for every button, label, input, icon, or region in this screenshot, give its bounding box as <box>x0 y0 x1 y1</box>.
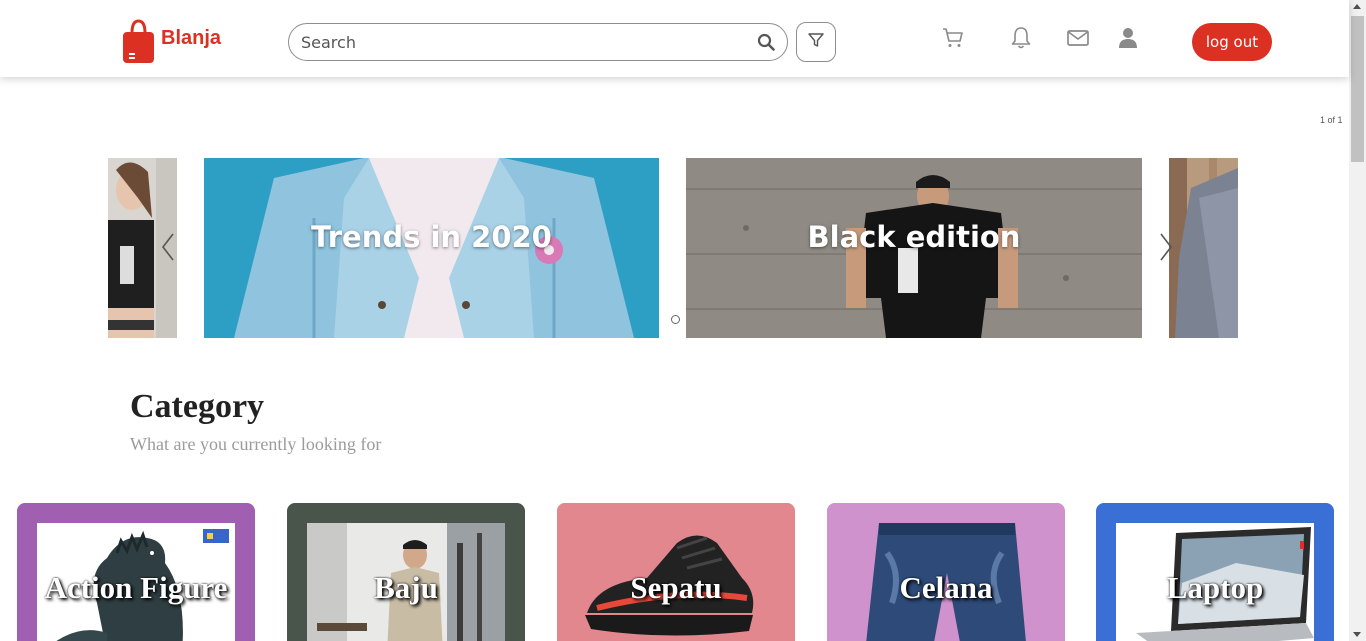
category-card-laptop[interactable]: Laptop <box>1096 503 1334 641</box>
carousel-prev-arrow-icon[interactable] <box>161 232 175 262</box>
category-label: Sepatu <box>630 570 722 605</box>
category-label: Baju <box>374 570 438 605</box>
category-title: Category <box>130 388 265 425</box>
scroll-up-arrow-icon[interactable] <box>1353 4 1361 9</box>
category-subtitle: What are you currently looking for <box>130 434 382 454</box>
navbar: Blanja log out <box>0 0 1349 77</box>
carousel-indicator-dot[interactable] <box>671 315 680 324</box>
category-card-sepatu[interactable]: Sepatu <box>557 503 795 641</box>
category-label: Celana <box>899 570 993 605</box>
category-label: Laptop <box>1166 570 1264 605</box>
shopping-bag-logo-icon <box>122 19 155 64</box>
carousel-next-arrow-icon[interactable] <box>1159 232 1173 262</box>
brand-name: Blanja <box>161 27 222 49</box>
slide-photo-blazer <box>1169 158 1238 338</box>
filter-button[interactable] <box>796 22 836 62</box>
category-card-baju[interactable]: Baju <box>287 503 525 641</box>
slide-title: Trends in 2020 <box>311 220 552 254</box>
category-card-celana[interactable]: Celana <box>827 503 1065 641</box>
scroll-thumb[interactable] <box>1351 16 1364 162</box>
cart-icon[interactable] <box>941 26 965 50</box>
search-input[interactable] <box>301 32 741 52</box>
page-scrollbar[interactable] <box>1349 0 1366 641</box>
carousel-slide-trends[interactable]: Trends in 2020 <box>204 158 659 338</box>
logout-button[interactable]: log out <box>1192 23 1272 61</box>
carousel-slide-black-edition[interactable]: Black edition <box>686 158 1142 338</box>
category-card-action-figure[interactable]: Action Figure <box>17 503 255 641</box>
category-label: Action Figure <box>44 570 228 605</box>
mail-icon[interactable] <box>1066 26 1090 50</box>
user-icon[interactable] <box>1116 26 1140 50</box>
slide-title: Black edition <box>807 220 1021 254</box>
filter-icon <box>807 31 825 54</box>
brand-logo[interactable]: Blanja <box>122 19 221 64</box>
carousel-counter: 1 of 1 <box>1320 115 1343 125</box>
carousel-slide-partial-right[interactable] <box>1169 158 1238 338</box>
search-icon[interactable] <box>757 33 775 51</box>
scroll-down-arrow-icon[interactable] <box>1353 632 1361 637</box>
search-bar <box>288 23 788 61</box>
bell-icon[interactable] <box>1009 26 1033 50</box>
